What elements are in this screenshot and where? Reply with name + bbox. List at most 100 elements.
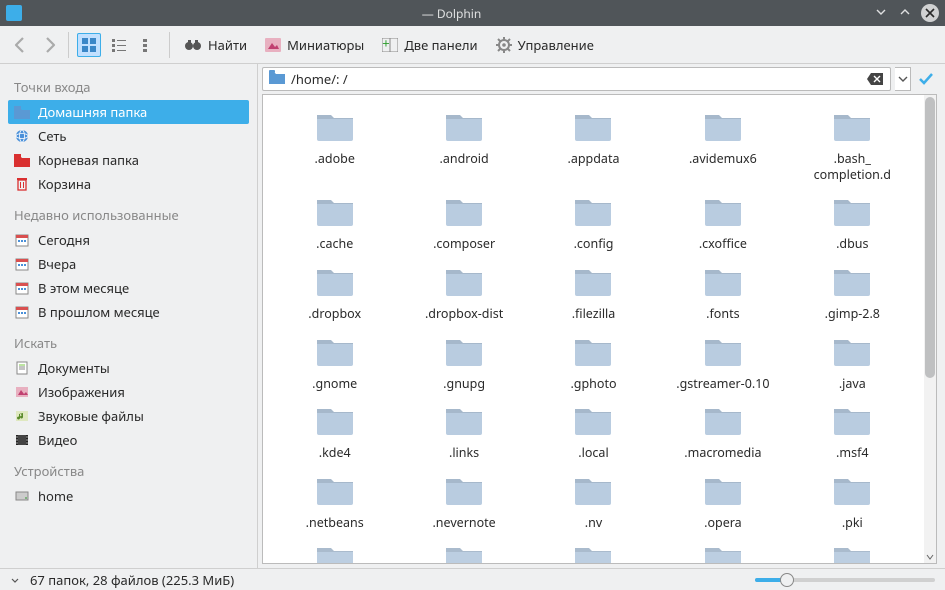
minimize-button[interactable] [873,4,889,20]
folder-item[interactable]: .gstreamer-0.10 [661,334,784,394]
folder-item[interactable]: .gnupg [402,334,525,394]
root-icon [14,152,30,168]
trash-icon [14,176,30,192]
sidebar-item-label: Сеть [38,127,66,145]
sidebar-item-домашняя-папка[interactable]: Домашняя папка [8,100,249,124]
view-details-button[interactable] [107,33,131,57]
folder-item[interactable]: .gimp-2.8 [791,264,914,324]
folder-item[interactable]: .pyrit [402,542,525,563]
sidebar-item-home[interactable]: home [8,484,249,508]
folder-icon [832,111,872,147]
folder-label: .netbeans [306,515,364,531]
folder-item[interactable]: .dropbox-dist [402,264,525,324]
sidebar-item-label: Корневая папка [38,151,139,169]
sidebar-item-сеть[interactable]: Сеть [8,124,249,148]
sidebar-item-видео[interactable]: Видео [8,428,249,452]
folder-item[interactable]: .nv [532,473,655,533]
folder-item[interactable]: .avidemux6 [661,109,784,184]
folder-item[interactable]: .kde4 [273,403,396,463]
sidebar-item-корзина[interactable]: Корзина [8,172,249,196]
zoom-slider[interactable] [755,578,935,582]
folder-icon [703,475,743,511]
scrollbar[interactable] [924,95,936,563]
folder-label: .gnupg [443,376,485,392]
find-button[interactable]: Найти [178,32,253,58]
folder-icon [315,111,355,147]
folder-item[interactable]: .ranktracker [532,542,655,563]
folder-item[interactable]: .cxoffice [661,194,784,254]
status-toggle[interactable] [10,575,20,585]
folder-icon [444,544,484,563]
titlebar: — Dolphin [0,0,945,26]
folder-item[interactable]: .android [402,109,525,184]
folder-item[interactable]: .fonts [661,264,784,324]
folder-item[interactable]: .dbus [791,194,914,254]
folder-label: .macromedia [684,445,761,461]
folder-item[interactable]: .Skype [661,542,784,563]
svg-text:+: + [383,38,390,52]
sidebar-section-title: Искать [8,330,249,356]
sidebar-item-звуковые-файлы[interactable]: Звуковые файлы [8,404,249,428]
maximize-button[interactable] [897,4,913,20]
view-compact-button[interactable] [137,33,161,57]
folder-icon [315,405,355,441]
sidebar-item-документы[interactable]: Документы [8,356,249,380]
folder-item[interactable]: .gphoto [532,334,655,394]
folder-icon [573,475,613,511]
close-button[interactable] [921,4,939,22]
folder-item[interactable]: .adobe [273,109,396,184]
sidebar-item-вчера[interactable]: Вчера [8,252,249,276]
zoom-knob[interactable] [780,573,794,587]
thumbnails-button[interactable]: Миниатюры [259,32,370,58]
sidebar-item-изображения[interactable]: Изображения [8,380,249,404]
scrollbar-thumb[interactable] [925,97,935,378]
folder-item[interactable]: .filezilla [532,264,655,324]
clear-path-button[interactable] [866,70,884,88]
folder-item[interactable]: .ssh [791,542,914,563]
view-icons-button[interactable] [77,33,101,57]
control-button[interactable]: Управление [490,32,600,58]
folder-item[interactable]: .local [532,403,655,463]
folder-item[interactable]: .appdata [532,109,655,184]
folder-item[interactable]: .msf4 [791,403,914,463]
sidebar-item-в-этом-месяце[interactable]: В этом месяце [8,276,249,300]
sidebar-item-сегодня[interactable]: Сегодня [8,228,249,252]
forward-button[interactable] [38,34,60,56]
folder-item[interactable]: .opera [661,473,784,533]
folder-item[interactable]: .composer [402,194,525,254]
folder-label: .kde4 [319,445,351,461]
folder-label: .nv [585,515,602,531]
folder-label: .local [578,445,608,461]
folder-label: .android [440,151,489,167]
folder-item[interactable]: .java [791,334,914,394]
zoom-control [755,578,935,582]
sidebar-item-label: В прошлом месяце [38,303,160,321]
back-button[interactable] [10,34,32,56]
folder-item[interactable]: .gnome [273,334,396,394]
folder-item[interactable]: .nevernote [402,473,525,533]
split-button[interactable]: + Две панели [376,32,483,58]
sidebar-item-label: Видео [38,431,77,449]
cal-icon [14,256,30,272]
folder-item[interactable]: .macromedia [661,403,784,463]
folder-item[interactable]: .pki [791,473,914,533]
folder-item[interactable]: .dropbox [273,264,396,324]
folder-item[interactable]: .cache [273,194,396,254]
path-accept-button[interactable] [915,68,937,90]
folder-item[interactable]: .bash_ completion.d [791,109,914,184]
folder-item[interactable]: .poedit [273,542,396,563]
scroll-down-icon[interactable] [924,551,936,563]
folder-icon [832,544,872,563]
folder-label: .dropbox-dist [425,306,503,322]
sidebar-item-в-прошлом-месяце[interactable]: В прошлом месяце [8,300,249,324]
folder-icon [444,266,484,302]
sidebar-item-корневая-папка[interactable]: Корневая папка [8,148,249,172]
folder-label: .fonts [706,306,739,322]
path-field[interactable]: /home/: / [262,67,891,91]
folder-icon [703,266,743,302]
folder-item[interactable]: .netbeans [273,473,396,533]
doc-icon [14,360,30,376]
path-dropdown-button[interactable] [895,67,911,91]
folder-item[interactable]: .links [402,403,525,463]
folder-item[interactable]: .config [532,194,655,254]
